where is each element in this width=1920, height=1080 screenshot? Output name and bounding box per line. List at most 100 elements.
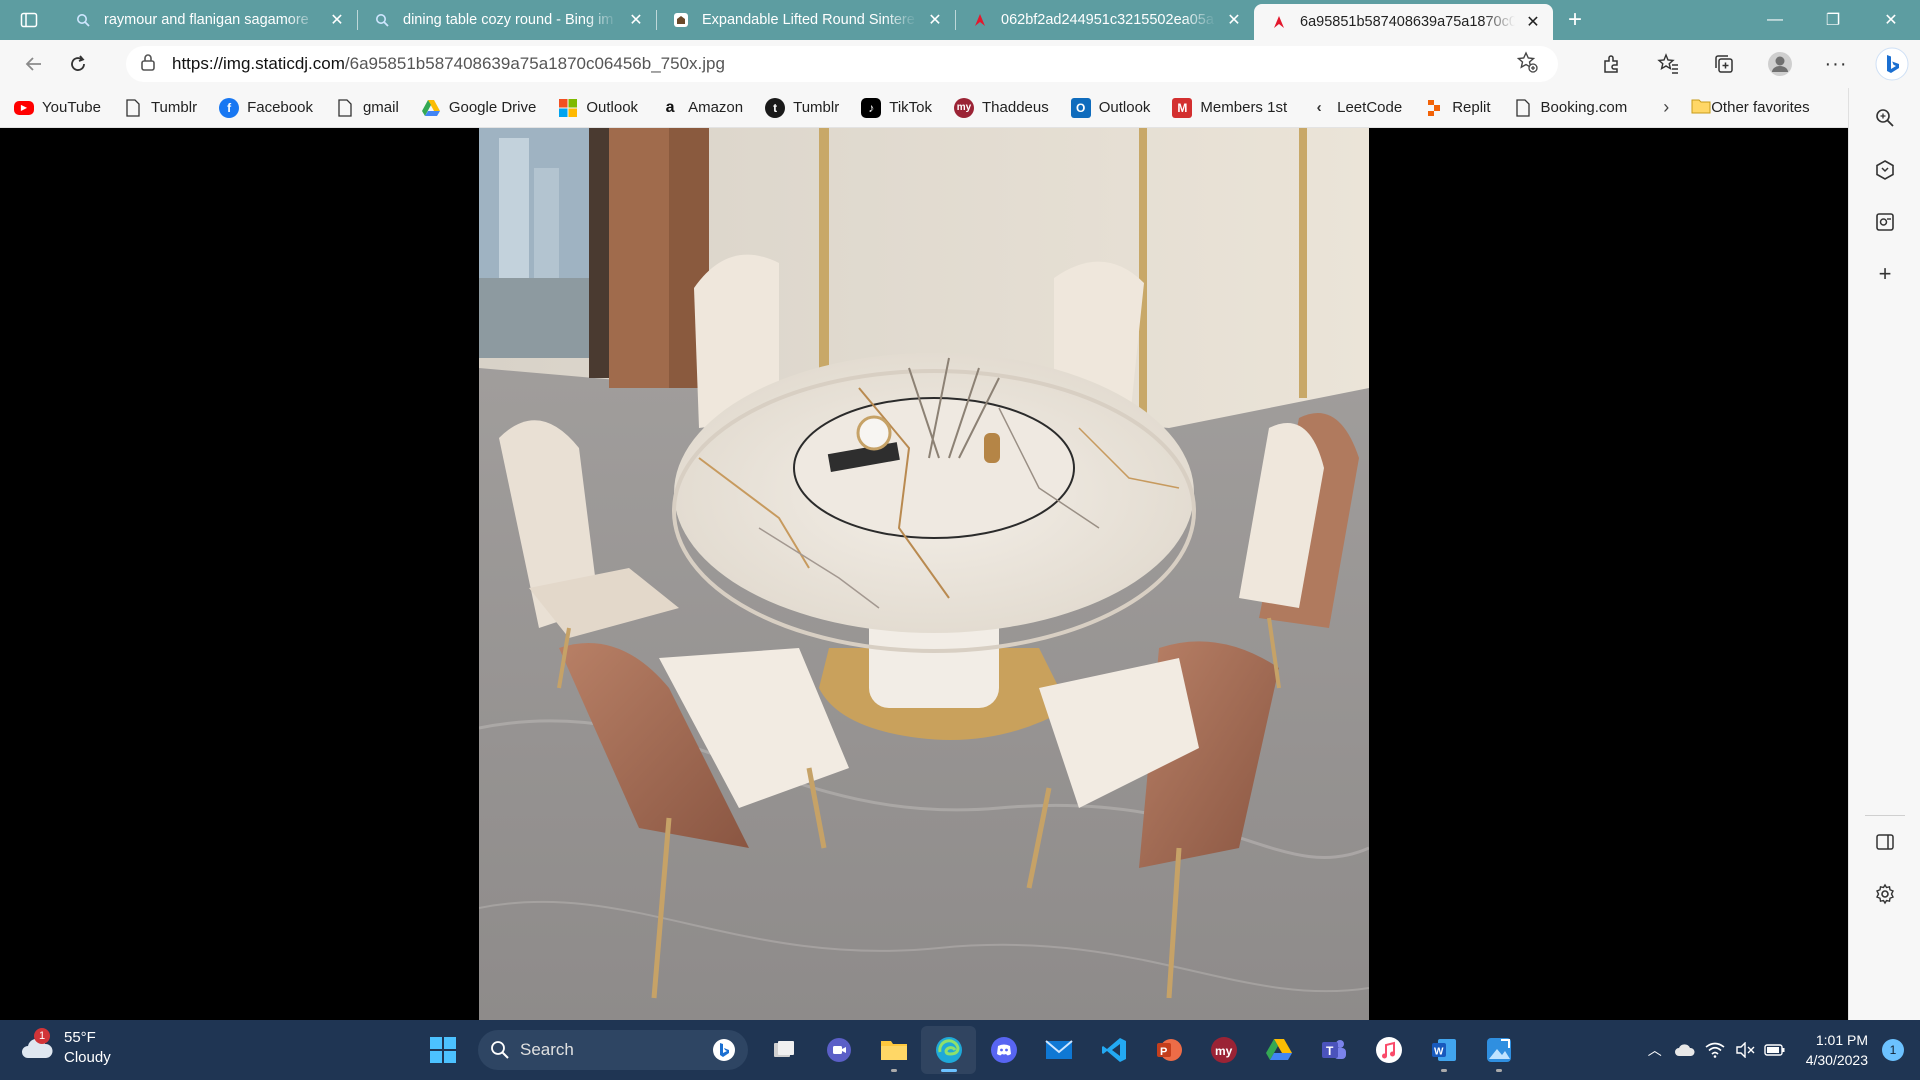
- bookmark-thaddeus[interactable]: my Thaddeus: [954, 97, 1049, 118]
- close-icon[interactable]: ✕: [1224, 10, 1244, 30]
- profile-avatar[interactable]: [1752, 40, 1808, 88]
- teams-icon[interactable]: T: [1306, 1026, 1361, 1074]
- other-favorites-folder[interactable]: Other favorites: [1691, 98, 1810, 118]
- bookmark-members-1st[interactable]: M Members 1st: [1172, 97, 1288, 118]
- chevron-up-icon[interactable]: ︿: [1640, 1040, 1670, 1060]
- onedrive-icon[interactable]: [1670, 1043, 1700, 1057]
- back-icon[interactable]: [12, 46, 56, 82]
- bookmark-facebook[interactable]: f Facebook: [219, 97, 313, 118]
- bookmark-label: Google Drive: [448, 99, 537, 116]
- close-icon[interactable]: ✕: [626, 10, 646, 30]
- outlook-icon[interactable]: [1849, 196, 1920, 248]
- photos-icon[interactable]: [1471, 1026, 1526, 1074]
- new-tab-button[interactable]: +: [1553, 0, 1597, 40]
- favorites-icon[interactable]: [1640, 40, 1696, 88]
- itunes-icon[interactable]: [1361, 1026, 1416, 1074]
- add-favorite-icon[interactable]: [1516, 50, 1544, 78]
- settings-gear-icon[interactable]: [1849, 868, 1920, 920]
- add-sidebar-app-icon[interactable]: +: [1849, 248, 1920, 300]
- running-indicator: [1440, 1069, 1447, 1072]
- bing-copilot-icon[interactable]: [1864, 40, 1920, 88]
- lock-icon[interactable]: [140, 53, 172, 76]
- weather-badge: 1: [34, 1028, 50, 1044]
- tab-strip: raymour and flanigan sagamore ✕ dining t…: [0, 0, 1920, 40]
- myapp-icon[interactable]: my: [1196, 1026, 1251, 1074]
- bookmark-google-drive[interactable]: Google Drive: [421, 98, 537, 118]
- address-bar[interactable]: https://img.staticdj.com/6a95851b5874086…: [126, 46, 1558, 82]
- tab-0[interactable]: raymour and flanigan sagamore ✕: [58, 0, 357, 40]
- weather-condition: Cloudy: [64, 1049, 111, 1066]
- close-icon[interactable]: ✕: [1523, 12, 1543, 32]
- bookmark-label: Tumblr: [793, 99, 840, 116]
- image-icon: [1270, 13, 1288, 31]
- bookmark-label: Booking.com: [1540, 99, 1628, 116]
- tab-title: raymour and flanigan sagamore: [104, 12, 309, 28]
- file-explorer-icon[interactable]: [866, 1026, 921, 1074]
- refresh-icon[interactable]: [56, 46, 100, 82]
- drive-icon: [421, 98, 441, 118]
- start-icon[interactable]: [415, 1026, 470, 1074]
- clock[interactable]: 1:01 PM 4/30/2023: [1806, 1030, 1868, 1070]
- facebook-icon: f: [219, 97, 240, 118]
- page-icon: [335, 98, 355, 118]
- search-icon: [491, 1041, 509, 1059]
- taskbar-apps: Search P my T W: [415, 1026, 1526, 1074]
- tab-3[interactable]: 062bf2ad244951c3215502ea05a ✕: [955, 0, 1254, 40]
- bookmark-gmail[interactable]: gmail: [335, 98, 399, 118]
- youtube-icon: ▶: [14, 100, 34, 115]
- search-icon: [74, 11, 92, 29]
- bookmark-tumblr[interactable]: Tumblr: [123, 98, 197, 118]
- teams-meet-icon[interactable]: [811, 1026, 866, 1074]
- notification-badge[interactable]: 1: [1882, 1039, 1904, 1061]
- close-icon[interactable]: ✕: [327, 10, 347, 30]
- edge-icon[interactable]: [921, 1026, 976, 1074]
- minimize-icon[interactable]: —: [1746, 0, 1804, 40]
- bookmark-replit[interactable]: Replit: [1424, 98, 1491, 118]
- close-icon[interactable]: ✕: [925, 10, 945, 30]
- discord-icon[interactable]: [976, 1026, 1031, 1074]
- mail-icon[interactable]: [1031, 1026, 1086, 1074]
- volume-muted-icon[interactable]: [1730, 1042, 1760, 1058]
- bookmark-outlook-2[interactable]: O Outlook: [1070, 97, 1150, 118]
- search-icon[interactable]: [1849, 92, 1920, 144]
- search-label: Search: [520, 1040, 574, 1059]
- restore-icon[interactable]: ❐: [1804, 0, 1862, 40]
- bookmark-outlook[interactable]: Outlook: [558, 98, 638, 118]
- tab-actions-icon[interactable]: [0, 0, 58, 40]
- bing-icon: [713, 1039, 735, 1061]
- google-drive-icon[interactable]: [1251, 1026, 1306, 1074]
- url-text[interactable]: https://img.staticdj.com/6a95851b5874086…: [172, 54, 1516, 74]
- bookmark-amazon[interactable]: a Amazon: [660, 98, 743, 118]
- powerpoint-icon[interactable]: P: [1141, 1026, 1196, 1074]
- close-window-icon[interactable]: ✕: [1862, 0, 1920, 40]
- running-indicator: [940, 1069, 957, 1072]
- tab-title: 6a95851b587408639a75a1870c0: [1300, 14, 1515, 30]
- shopping-icon[interactable]: [1849, 144, 1920, 196]
- tab-1[interactable]: dining table cozy round - Bing im ✕: [357, 0, 656, 40]
- bookmark-leetcode[interactable]: ‹ LeetCode: [1309, 98, 1403, 118]
- leetcode-icon: ‹: [1316, 99, 1322, 116]
- chevron-right-icon[interactable]: ›: [1663, 97, 1669, 118]
- bookmark-label: Members 1st: [1200, 99, 1288, 116]
- tab-2[interactable]: Expandable Lifted Round Sintere ✕: [656, 0, 955, 40]
- toolbar-right: ···: [1584, 40, 1920, 88]
- extensions-icon[interactable]: [1584, 40, 1640, 88]
- collections-icon[interactable]: [1696, 40, 1752, 88]
- more-options-icon[interactable]: ···: [1808, 40, 1864, 88]
- bookmark-tumblr-2[interactable]: t Tumblr: [765, 97, 840, 118]
- task-view-icon[interactable]: [756, 1026, 811, 1074]
- weather-widget[interactable]: 1 55°F Cloudy: [20, 1028, 111, 1068]
- bookmark-booking[interactable]: Booking.com: [1513, 98, 1628, 118]
- dining-set-photo[interactable]: [479, 128, 1369, 1020]
- hide-sidebar-icon[interactable]: [1849, 816, 1920, 868]
- bookmark-youtube[interactable]: ▶ YouTube: [14, 99, 101, 116]
- vscode-icon[interactable]: [1086, 1026, 1141, 1074]
- clock-time: 1:01 PM: [1815, 1032, 1868, 1048]
- wifi-icon[interactable]: [1700, 1042, 1730, 1058]
- word-icon[interactable]: W: [1416, 1026, 1471, 1074]
- battery-icon[interactable]: [1760, 1043, 1790, 1057]
- bookmark-tiktok[interactable]: ♪ TikTok: [861, 97, 932, 118]
- taskbar-search[interactable]: Search: [478, 1030, 748, 1070]
- bookmark-label: Tumblr: [150, 99, 198, 116]
- tab-4-active[interactable]: 6a95851b587408639a75a1870c0 ✕: [1254, 4, 1553, 40]
